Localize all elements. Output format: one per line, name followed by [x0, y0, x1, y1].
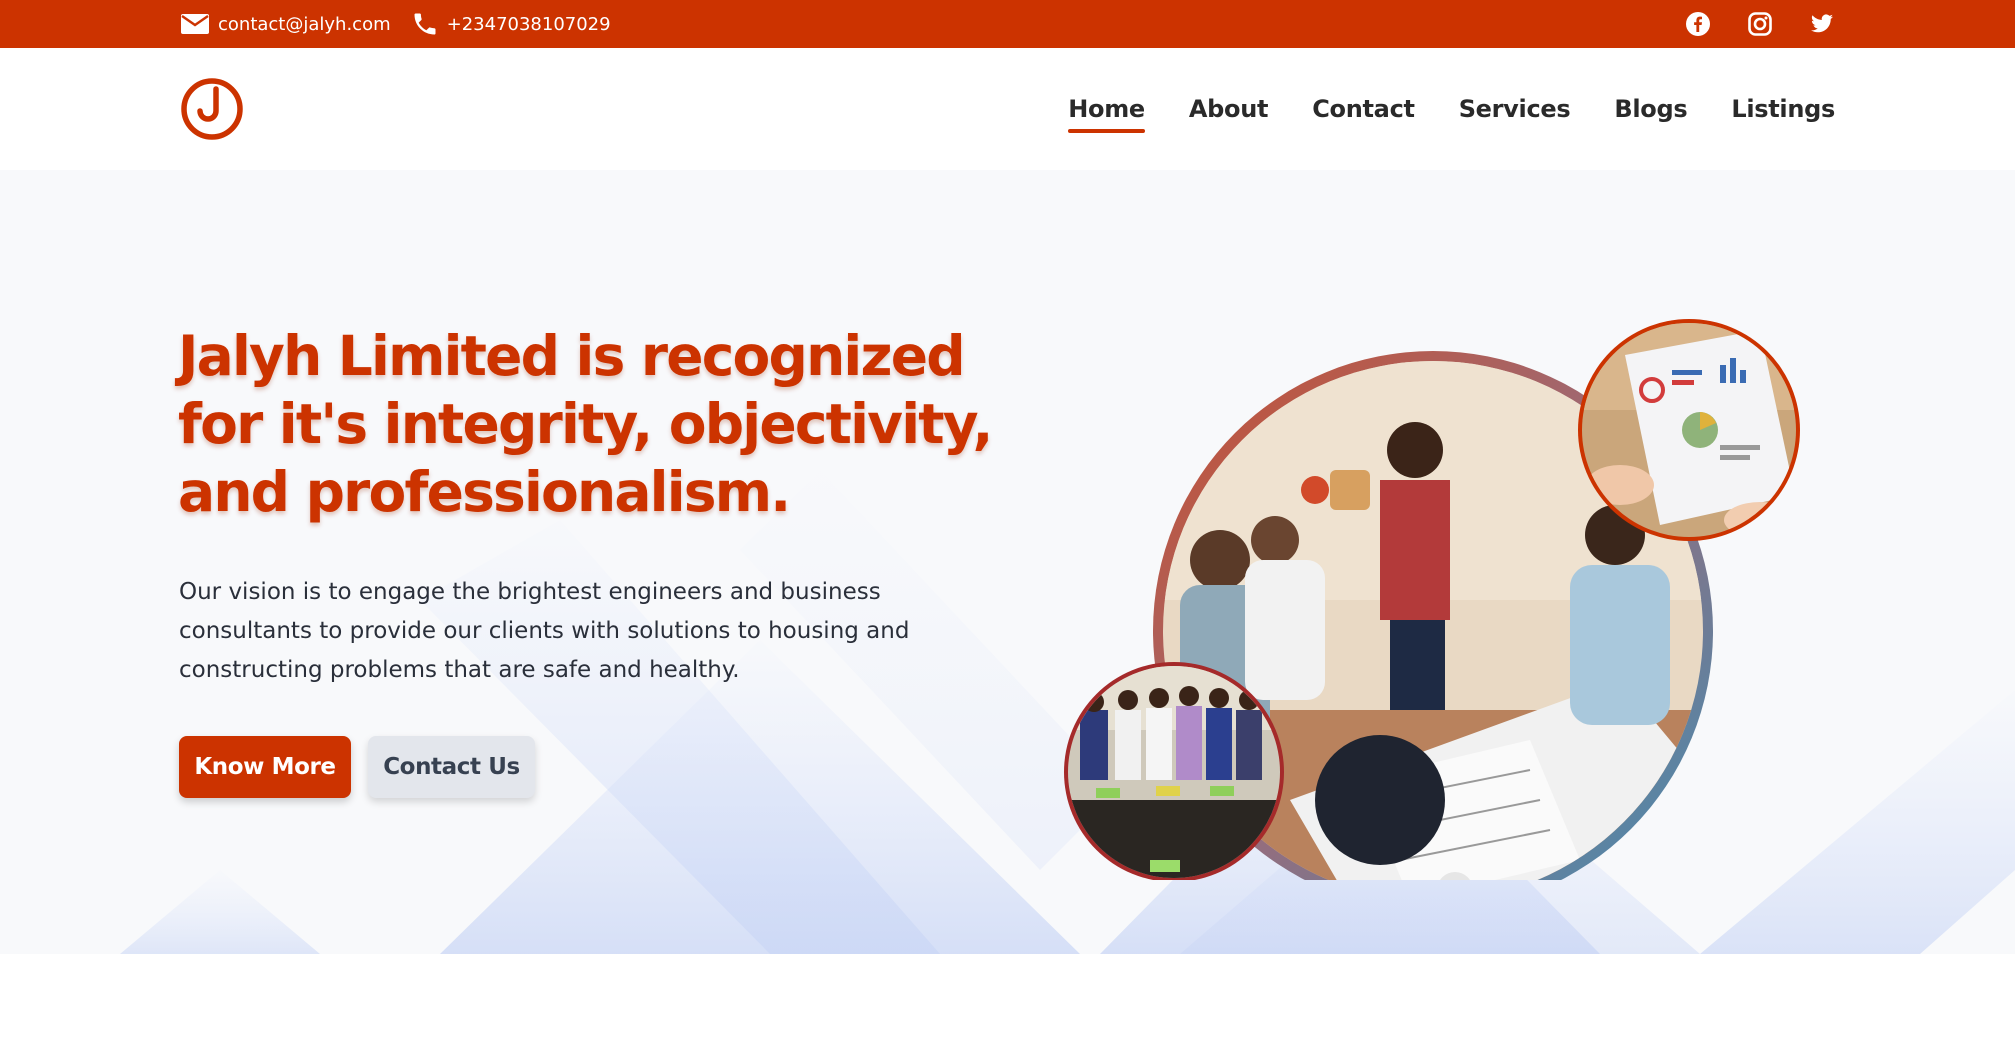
email-link[interactable]: contact@jalyh.com — [180, 12, 391, 36]
data-report-photo — [1578, 319, 1800, 541]
description-line: constructing problems that are safe and … — [179, 657, 740, 683]
know-more-button[interactable]: Know More — [179, 736, 351, 798]
phone-icon — [414, 13, 436, 35]
phone-text: +2347038107029 — [446, 13, 611, 35]
facebook-icon[interactable] — [1685, 11, 1711, 37]
headline-line: and professionalism. — [178, 460, 791, 524]
top-contact-bar: contact@jalyh.com +2347038107029 — [0, 0, 2015, 48]
jalyh-logo[interactable] — [180, 77, 244, 141]
nav-listings[interactable]: Listings — [1731, 89, 1835, 129]
main-header: Home About Contact Services Blogs Listin… — [0, 48, 2015, 170]
contact-us-button[interactable]: Contact Us — [368, 736, 535, 798]
hero-photo-collage — [1064, 319, 1800, 880]
description-line: consultants to provide our clients with … — [179, 618, 910, 644]
hero-headline: Jalyh Limited is recognized for it's int… — [178, 322, 1018, 526]
contact-info: contact@jalyh.com +2347038107029 — [180, 0, 631, 48]
instagram-icon[interactable] — [1747, 11, 1773, 37]
nav-home[interactable]: Home — [1068, 89, 1145, 133]
mail-icon — [181, 14, 209, 34]
description-line: Our vision is to engage the brightest en… — [179, 579, 881, 605]
nav-blogs[interactable]: Blogs — [1614, 89, 1687, 129]
nav-services[interactable]: Services — [1459, 89, 1571, 129]
email-text: contact@jalyh.com — [218, 13, 391, 35]
nav-about[interactable]: About — [1189, 89, 1269, 129]
phone-link[interactable]: +2347038107029 — [411, 10, 611, 38]
headline-line: for it's integrity, objectivity, — [178, 392, 993, 456]
social-links — [1649, 0, 1835, 48]
headline-line: Jalyh Limited is recognized — [178, 324, 966, 388]
nav-contact[interactable]: Contact — [1312, 89, 1415, 129]
hero-description: Our vision is to engage the brightest en… — [179, 573, 939, 690]
twitter-icon[interactable] — [1809, 12, 1835, 36]
hero-section: Jalyh Limited is recognized for it's int… — [0, 170, 2015, 954]
main-nav: Home About Contact Services Blogs Listin… — [1024, 48, 1835, 170]
